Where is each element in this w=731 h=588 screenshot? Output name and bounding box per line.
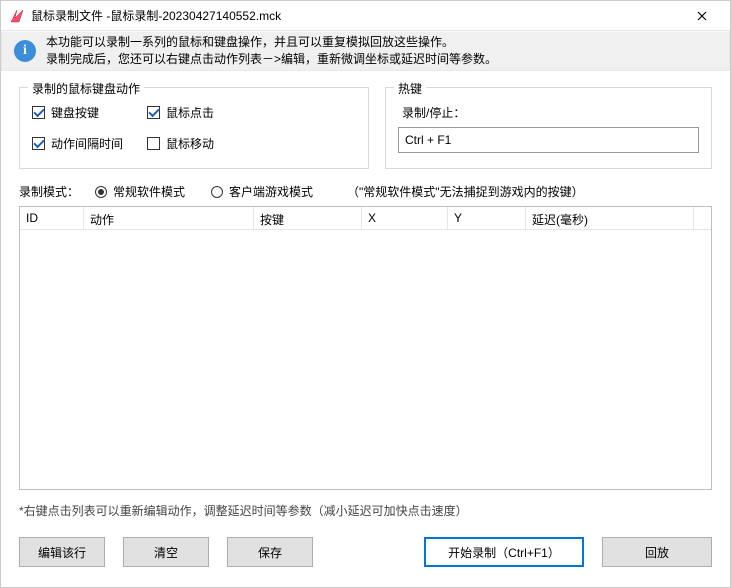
info-line1: 本功能可以录制一系列的鼠标和键盘操作，并且可以重复模拟回放这些操作。: [46, 34, 497, 51]
checkbox-icon: [32, 137, 45, 150]
hotkey-legend: 热键: [394, 80, 426, 97]
checkbox-icon: [147, 137, 160, 150]
info-strip: i 本功能可以录制一系列的鼠标和键盘操作，并且可以重复模拟回放这些操作。 录制完…: [1, 31, 730, 71]
checkbox-mouse-move[interactable]: 鼠标移动: [147, 135, 214, 152]
footnote: *右键点击列表可以重新编辑动作，调整延迟时间等参数（减小延迟可加快点击速度）: [19, 502, 712, 519]
info-line2: 录制完成后，您还可以右键点击动作列表－>编辑，重新微调坐标或延迟时间等参数。: [46, 51, 497, 68]
mode-label: 录制模式：: [19, 183, 79, 200]
radio-icon: [211, 186, 223, 198]
record-options-legend: 录制的鼠标键盘动作: [28, 80, 144, 97]
window-title: 鼠标录制文件 -鼠标录制-20230427140552.mck: [31, 7, 682, 24]
table-column-header[interactable]: 延迟(毫秒): [526, 207, 694, 229]
app-icon: [9, 8, 25, 24]
table-column-header[interactable]: Y: [448, 207, 526, 229]
start-record-button[interactable]: 开始录制（Ctrl+F1）: [424, 537, 584, 567]
radio-label: 常规软件模式: [113, 183, 185, 200]
checkbox-keyboard[interactable]: 键盘按键: [32, 104, 99, 121]
close-button[interactable]: [682, 1, 722, 30]
mode-row: 录制模式： 常规软件模式 客户端游戏模式 （"常规软件模式"无法捕捉到游戏内的按…: [19, 183, 712, 200]
edit-row-button[interactable]: 编辑该行: [19, 537, 105, 567]
replay-button[interactable]: 回放: [602, 537, 712, 567]
hotkey-label: 录制/停止：: [402, 104, 699, 121]
checkbox-icon: [32, 106, 45, 119]
table-column-header[interactable]: ID: [20, 207, 84, 229]
table-column-header[interactable]: X: [362, 207, 448, 229]
titlebar: 鼠标录制文件 -鼠标录制-20230427140552.mck: [1, 1, 730, 31]
table-header: ID动作按键XY延迟(毫秒): [20, 207, 711, 230]
save-button[interactable]: 保存: [227, 537, 313, 567]
record-options-group: 录制的鼠标键盘动作 键盘按键 鼠标点击 动作间隔时间: [19, 87, 369, 169]
radio-icon: [95, 186, 107, 198]
checkbox-interval[interactable]: 动作间隔时间: [32, 135, 123, 152]
checkbox-label: 鼠标点击: [166, 104, 214, 121]
hotkey-input[interactable]: [398, 127, 699, 153]
action-table[interactable]: ID动作按键XY延迟(毫秒): [19, 206, 712, 490]
clear-button[interactable]: 清空: [123, 537, 209, 567]
info-text: 本功能可以录制一系列的鼠标和键盘操作，并且可以重复模拟回放这些操作。 录制完成后…: [46, 34, 497, 68]
app-window: 鼠标录制文件 -鼠标录制-20230427140552.mck i 本功能可以录…: [0, 0, 731, 588]
checkbox-label: 鼠标移动: [166, 135, 214, 152]
checkbox-label: 键盘按键: [51, 104, 99, 121]
table-body[interactable]: [20, 230, 711, 489]
checkbox-mouse-click[interactable]: 鼠标点击: [147, 104, 214, 121]
hotkey-group: 热键 录制/停止：: [385, 87, 712, 169]
radio-label: 客户端游戏模式: [229, 183, 313, 200]
table-column-header[interactable]: 按键: [254, 207, 362, 229]
radio-normal-mode[interactable]: 常规软件模式: [95, 183, 185, 200]
radio-game-mode[interactable]: 客户端游戏模式: [211, 183, 313, 200]
table-column-header[interactable]: 动作: [84, 207, 254, 229]
content-area: 录制的鼠标键盘动作 键盘按键 鼠标点击 动作间隔时间: [1, 71, 730, 587]
mode-hint: （"常规软件模式"无法捕捉到游戏内的按键）: [347, 183, 584, 200]
info-icon: i: [14, 40, 36, 62]
checkbox-label: 动作间隔时间: [51, 135, 123, 152]
checkbox-icon: [147, 106, 160, 119]
button-bar: 编辑该行 清空 保存 开始录制（Ctrl+F1） 回放: [19, 537, 712, 567]
